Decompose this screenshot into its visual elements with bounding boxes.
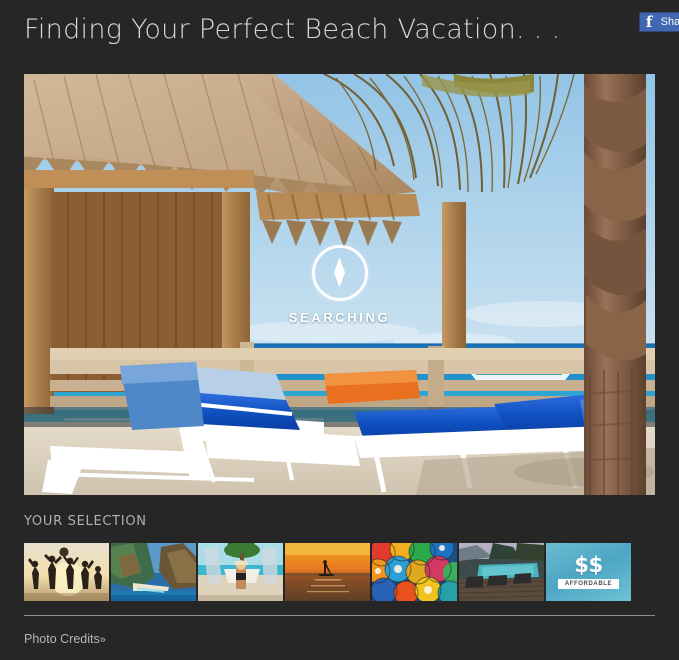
photo-credits-link[interactable]: Photo Credits»	[24, 632, 106, 646]
selection-thumbnail-strip: $$ AFFORDABLE	[24, 543, 631, 601]
beach-volleyball-image	[24, 543, 109, 601]
thumbnail-coastal-cliffs[interactable]	[111, 543, 196, 601]
facebook-share-label: Share	[660, 16, 679, 28]
resort-pool-image	[459, 543, 544, 601]
palm-trunk	[583, 74, 647, 495]
thumbnail-beach-volleyball[interactable]	[24, 543, 109, 601]
price-symbol: $$	[574, 553, 603, 577]
photo-credits-label: Photo Credits	[24, 632, 100, 646]
thumbnail-hammock[interactable]	[198, 543, 283, 601]
footer-divider	[24, 615, 655, 616]
coastal-cliffs-image	[111, 543, 196, 601]
page-title: Finding Your Perfect Beach Vacation. . .	[24, 14, 561, 45]
photo-credits-chevron-icon: »	[99, 634, 106, 646]
thumbnail-affordable-price[interactable]: $$ AFFORDABLE	[546, 543, 631, 601]
hero-illustration	[24, 74, 655, 495]
your-selection-heading: YOUR SELECTION	[24, 514, 147, 529]
colorful-umbrellas-image	[372, 543, 457, 601]
thumbnail-colorful-umbrellas[interactable]	[372, 543, 457, 601]
thumbnail-resort-pool[interactable]	[459, 543, 544, 601]
paddleboard-sunset-image	[285, 543, 370, 601]
page-header: Finding Your Perfect Beach Vacation. . .…	[0, 0, 679, 74]
facebook-icon: f	[639, 13, 659, 31]
facebook-share-button[interactable]: f Share	[638, 12, 679, 32]
hero-image[interactable]: SEARCHING	[24, 74, 655, 495]
price-ribbon-label: AFFORDABLE	[557, 579, 620, 589]
hammock-image	[198, 543, 283, 601]
page-root: Finding Your Perfect Beach Vacation. . .…	[0, 0, 679, 660]
thumbnail-paddleboard-sunset[interactable]	[285, 543, 370, 601]
